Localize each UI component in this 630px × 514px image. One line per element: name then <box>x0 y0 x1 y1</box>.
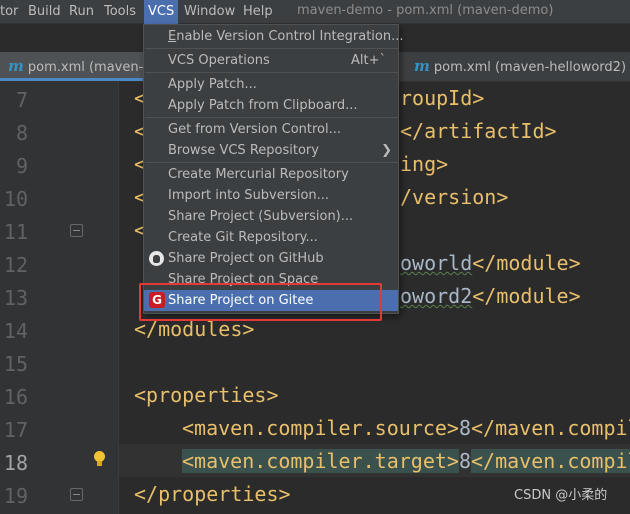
menu-build[interactable]: Build <box>28 0 61 24</box>
code-line-12: oworld</module> <box>400 247 581 280</box>
menu-item-vcs-operations[interactable]: VCS Operations Alt+` <box>144 50 398 71</box>
tab-label: pom.xml (maven-de <box>27 60 143 75</box>
menu-separator <box>145 117 399 118</box>
fold-marker-icon[interactable] <box>70 488 83 501</box>
menu-item-share-subversion[interactable]: Share Project (Subversion)... <box>144 206 398 227</box>
tab-pom-maven-helloword2[interactable]: m pom.xml (maven-helloword2) <box>412 52 630 81</box>
tag-value: 8 <box>458 416 471 440</box>
chevron-right-icon: ❯ <box>381 143 392 158</box>
close-tag: </module> <box>472 251 581 275</box>
menu-item-import-subversion[interactable]: Import into Subversion... <box>144 185 398 206</box>
line-number: 12 <box>3 253 28 277</box>
menu-item-label: Browse VCS Repository <box>168 143 319 158</box>
code-fragment: /version> <box>400 185 509 209</box>
menu-separator <box>145 72 399 73</box>
menu-item-create-mercurial[interactable]: Create Mercurial Repository <box>144 164 398 185</box>
module-name: oword2 <box>400 284 473 308</box>
menu-item-label: VCS Operations <box>168 53 270 68</box>
code-fragment: ing> <box>400 152 449 176</box>
line-number: 14 <box>3 319 28 343</box>
menu-vcs[interactable]: VCS <box>144 0 179 24</box>
menu-window[interactable]: Window <box>184 0 235 24</box>
tag-value: 8 <box>458 449 471 473</box>
watermark: CSDN @小柔的 <box>514 488 608 503</box>
code-line-16: <properties> <box>134 383 279 407</box>
close-tag: </module> <box>472 284 581 308</box>
code-line-19: </properties> <box>134 482 291 506</box>
menu-item-apply-patch-clipboard[interactable]: Apply Patch from Clipboard... <box>144 95 398 116</box>
code-line-13: oword2</module> <box>400 280 581 313</box>
menu-bar: tor Build Run Tools VCS Window Help mave… <box>0 0 630 24</box>
line-number: 11 <box>3 220 28 244</box>
menu-separator <box>145 162 399 163</box>
line-number: 10 <box>3 187 28 211</box>
open-tag: <maven.compiler.target> <box>182 449 459 473</box>
line-number: 8 <box>15 121 28 145</box>
line-number: 19 <box>3 484 28 508</box>
menu-item-label: Share Project on GitHub <box>168 251 324 266</box>
line-number: 13 <box>3 286 28 310</box>
tab-label: pom.xml (maven-helloword2) <box>433 60 627 75</box>
menu-item-get-from-vcs[interactable]: Get from Version Control... <box>144 119 398 140</box>
open-tag: <maven.compiler.source> <box>182 416 459 440</box>
tab-pom-maven-demo[interactable]: mpom.xml (maven-de <box>0 52 143 81</box>
line-number: 7 <box>15 88 28 112</box>
line-number: 15 <box>3 352 28 376</box>
maven-icon: m <box>414 57 430 75</box>
menu-help[interactable]: Help <box>243 0 273 24</box>
line-number-current: 18 <box>3 451 28 475</box>
vcs-dropdown-menu: Enable Version Control Integration... VC… <box>143 24 404 314</box>
menu-item-create-git[interactable]: Create Git Repository... <box>144 227 398 248</box>
fold-marker-icon[interactable] <box>70 224 83 237</box>
close-tag: </maven.compil <box>471 449 630 473</box>
menu-tools[interactable]: Tools <box>104 0 136 24</box>
code-fragment: roupId> <box>400 86 485 110</box>
maven-icon: m <box>8 57 24 75</box>
mnemonic-letter: E <box>168 29 177 44</box>
menu-item-browse-vcs-repo[interactable]: Browse VCS Repository ❯ <box>144 140 398 161</box>
line-number: 16 <box>3 385 28 409</box>
annotation-highlight-box <box>139 283 382 321</box>
line-number: 17 <box>3 418 28 442</box>
code-line-17: <maven.compiler.source>8</maven.compil <box>182 412 630 445</box>
menu-item-label: nable Version Control Integration... <box>176 29 404 44</box>
menu-item-apply-patch[interactable]: Apply Patch... <box>144 74 398 95</box>
menu-separator <box>145 48 399 49</box>
close-tag: </maven.compil <box>471 416 630 440</box>
menu-editor[interactable]: tor <box>0 0 18 24</box>
menu-run[interactable]: Run <box>69 0 94 24</box>
menu-item-enable-vcs[interactable]: Enable Version Control Integration... <box>144 26 404 47</box>
menu-item-share-github[interactable]: Share Project on GitHub <box>144 248 398 269</box>
shortcut-label: Alt+` <box>351 53 386 68</box>
lightbulb-icon[interactable] <box>93 449 107 469</box>
github-icon <box>149 251 164 266</box>
window-title: maven-demo - pom.xml (maven-demo) <box>297 3 554 18</box>
module-name: oworld <box>400 251 473 275</box>
code-line-18: <maven.compiler.target>8</maven.compil <box>182 445 630 478</box>
code-fragment: </artifactId> <box>400 119 557 143</box>
line-number: 9 <box>15 154 28 178</box>
